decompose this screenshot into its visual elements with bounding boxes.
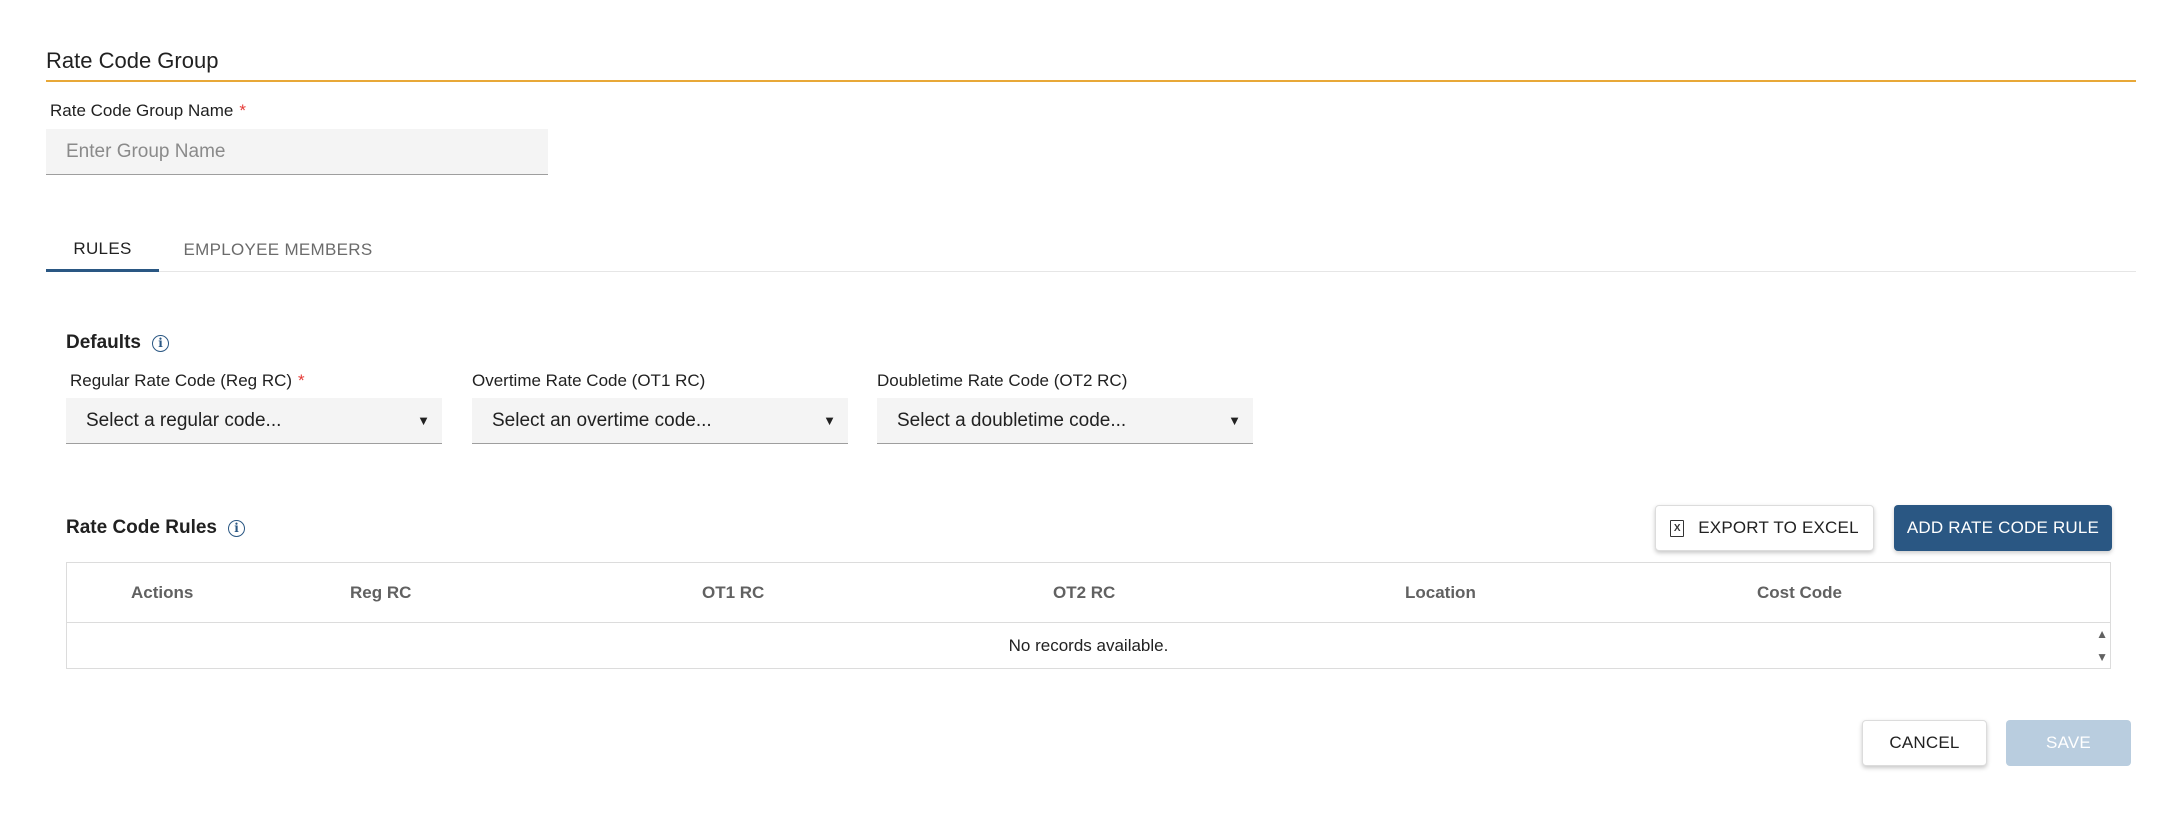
reg-rc-select-value: Select a regular code... [86,409,282,431]
export-to-excel-label: EXPORT TO EXCEL [1698,518,1859,537]
defaults-title: Defaults [66,332,141,353]
column-header-ot2-rc[interactable]: OT2 RC [1053,583,1115,603]
empty-message: No records available. [1008,636,1169,655]
column-header-location[interactable]: Location [1405,583,1476,603]
defaults-info-icon[interactable]: i [151,334,169,352]
scroll-down-icon[interactable]: ▼ [2096,650,2108,664]
reg-rc-label: Regular Rate Code (Reg RC) * [70,371,305,391]
caret-down-icon: ▼ [417,413,430,428]
rules-heading: Rate Code Rules i [66,517,245,539]
group-name-label-text: Rate Code Group Name [50,101,234,120]
defaults-heading: Defaults i [66,332,169,354]
group-name-label: Rate Code Group Name * [50,101,246,121]
group-name-input[interactable] [46,129,548,175]
required-mark: * [239,101,246,120]
tab-rules[interactable]: RULES [46,228,159,272]
ot1-rc-select-value: Select an overtime code... [492,409,712,431]
ot2-rc-select[interactable]: Select a doubletime code... ▼ [877,398,1253,444]
ot2-rc-label: Doubletime Rate Code (OT2 RC) [877,371,1128,390]
export-to-excel-button[interactable]: X EXPORT TO EXCEL [1655,505,1874,551]
tab-employee-members[interactable]: EMPLOYEE MEMBERS [178,228,378,272]
excel-file-icon: X [1670,519,1685,537]
reg-rc-select[interactable]: Select a regular code... ▼ [66,398,442,444]
caret-down-icon: ▼ [823,413,836,428]
ot2-rc-select-value: Select a doubletime code... [897,409,1127,431]
required-mark: * [298,371,305,390]
column-header-reg-rc[interactable]: Reg RC [350,583,411,603]
ot1-rc-select[interactable]: Select an overtime code... ▼ [472,398,848,444]
table-header: Actions Reg RC OT1 RC OT2 RC Location Co… [67,563,2110,623]
ot1-rc-label: Overtime Rate Code (OT1 RC) [472,371,706,390]
page-title: Rate Code Group [46,48,219,73]
column-header-ot1-rc[interactable]: OT1 RC [702,583,764,603]
reg-rc-label-text: Regular Rate Code (Reg RC) [70,371,293,390]
column-header-actions[interactable]: Actions [131,583,193,603]
rules-title: Rate Code Rules [66,517,217,538]
title-divider [46,80,2136,82]
scroll-up-icon[interactable]: ▲ [2096,627,2108,641]
rules-info-icon[interactable]: i [227,519,245,537]
rate-code-rules-table: Actions Reg RC OT1 RC OT2 RC Location Co… [66,562,2111,669]
save-button[interactable]: SAVE [2006,720,2131,766]
column-header-cost-code[interactable]: Cost Code [1757,583,1842,603]
caret-down-icon: ▼ [1228,413,1241,428]
cancel-button[interactable]: CANCEL [1862,720,1987,766]
add-rate-code-rule-button[interactable]: ADD RATE CODE RULE [1894,505,2112,551]
